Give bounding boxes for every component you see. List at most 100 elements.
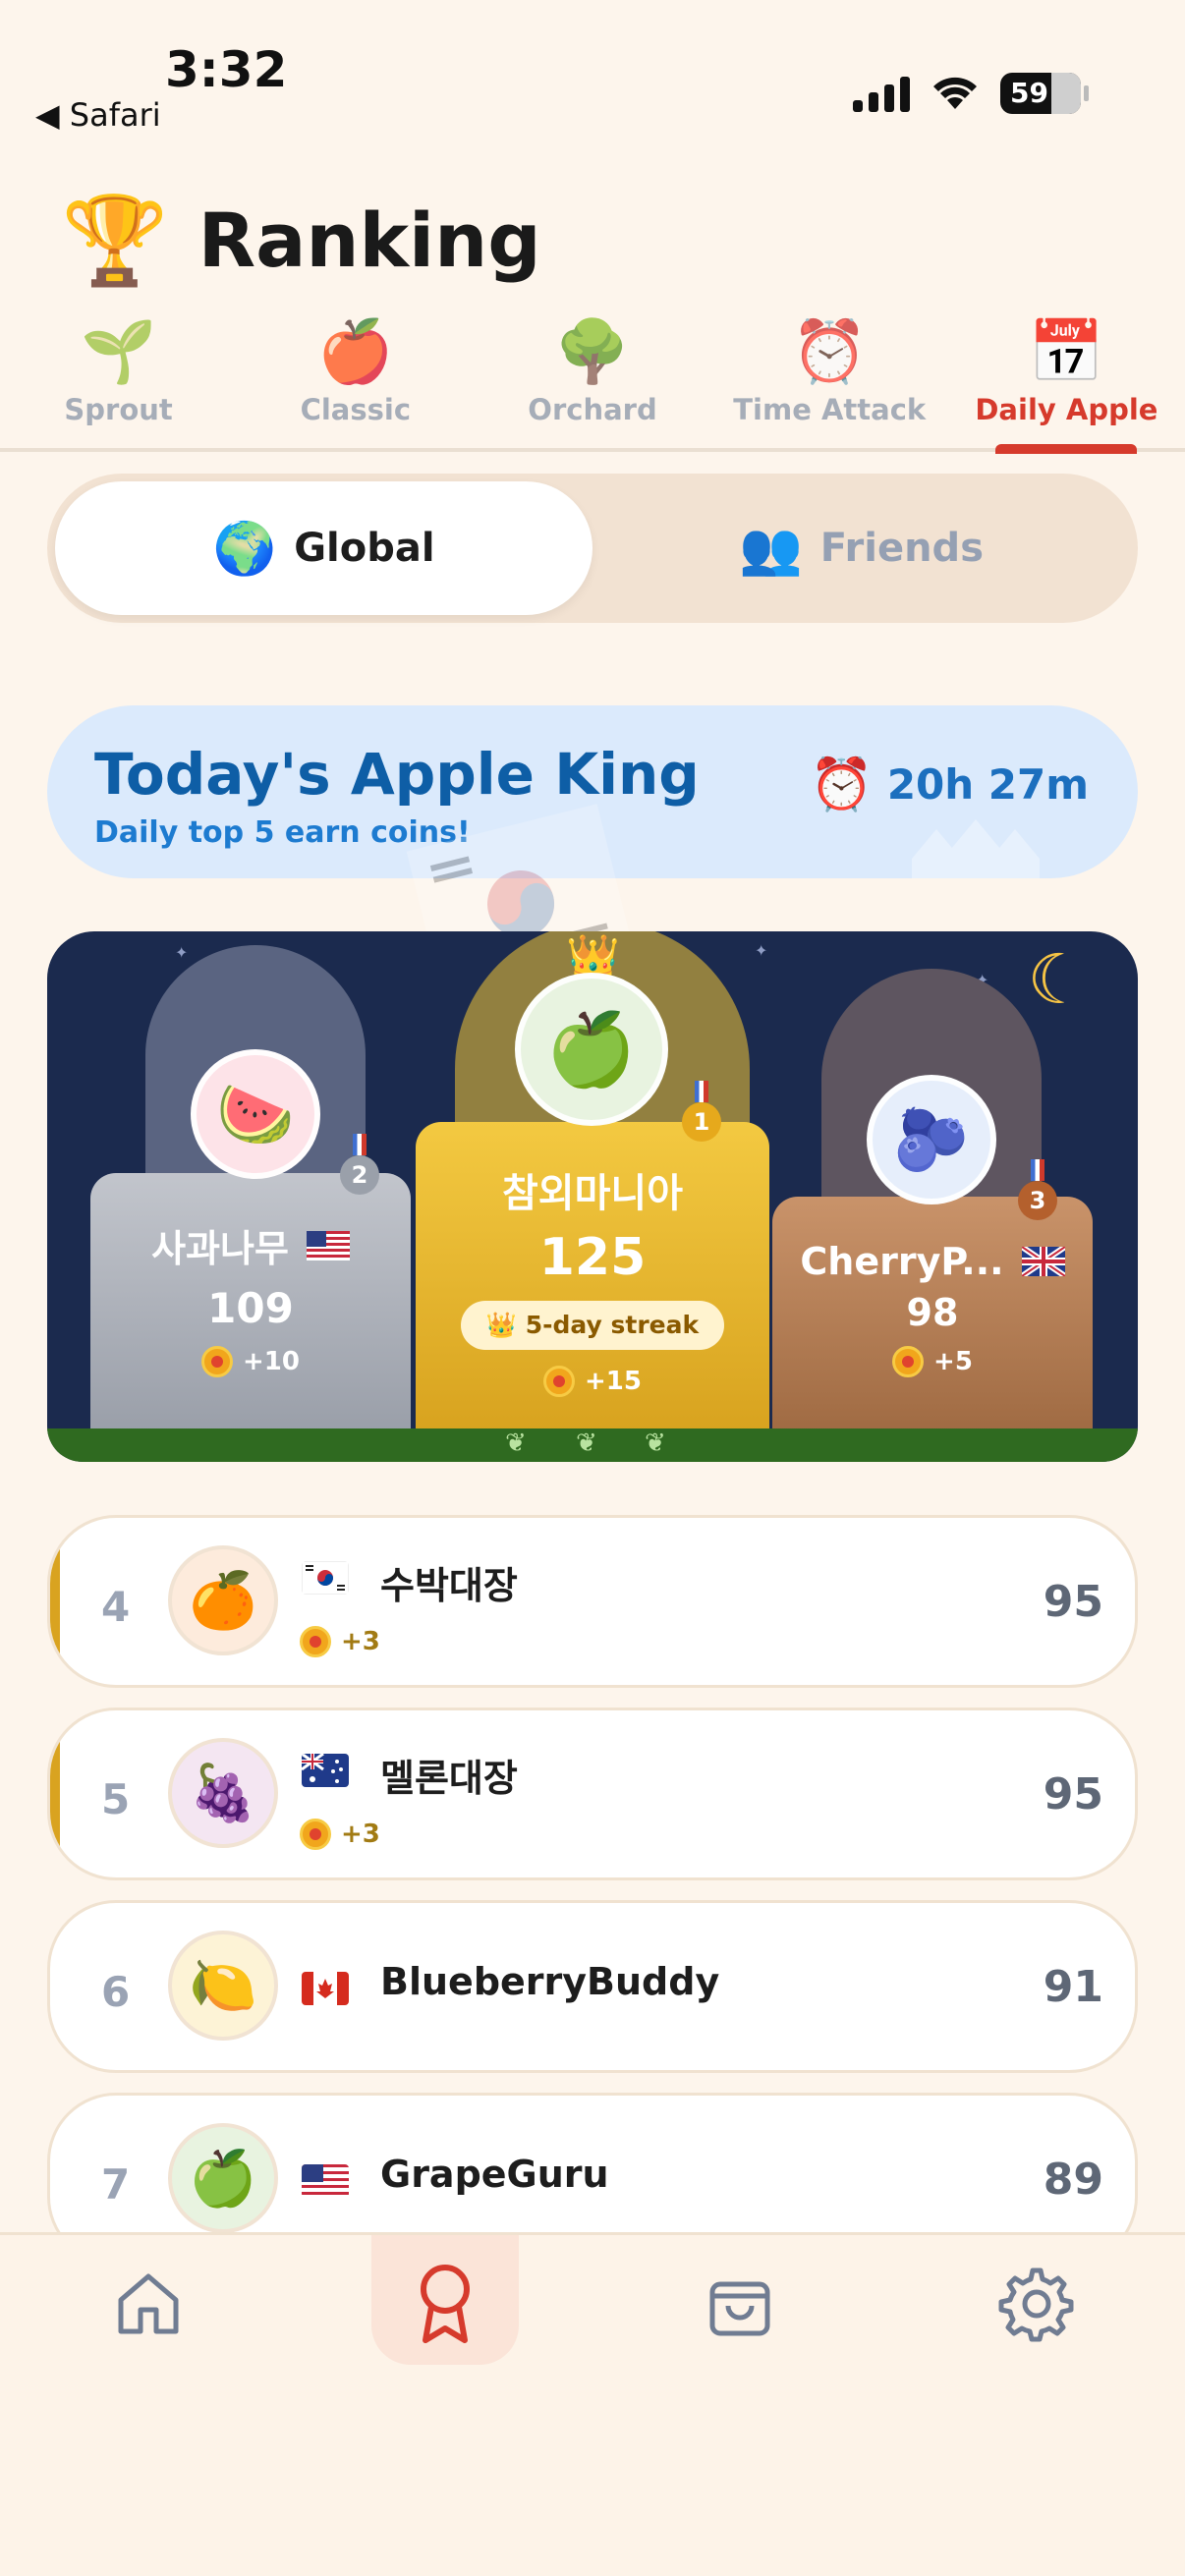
friends-icon: 👥 xyxy=(739,519,803,579)
coin-bonus: +10 xyxy=(243,1347,300,1376)
rank-number: 5 xyxy=(101,1775,131,1823)
player-score: 125 xyxy=(538,1228,647,1287)
avatar: 🍏 xyxy=(168,2123,278,2233)
rank-number: 6 xyxy=(101,1968,131,2016)
alarm-clock-icon: ⏰ xyxy=(791,315,868,387)
tab-label: Sprout xyxy=(64,393,173,426)
apple-icon: 🍎 xyxy=(317,315,394,387)
nav-settings[interactable] xyxy=(963,2235,1110,2373)
grass-strip: ❦ ❦ ❦ xyxy=(47,1428,1138,1462)
avatar: 🍊 xyxy=(168,1545,278,1655)
nav-ranking[interactable] xyxy=(371,2235,519,2373)
kr-flag-icon xyxy=(302,1561,349,1595)
global-label: Global xyxy=(294,526,435,571)
ranking-ribbon-icon xyxy=(421,2265,470,2343)
bronze-medal-icon: 3 xyxy=(1018,1159,1057,1220)
podium-silhouette-icon xyxy=(912,819,1040,878)
player-name: BlueberryBuddy xyxy=(380,1960,720,2003)
uk-flag-icon xyxy=(1021,1247,1065,1276)
player-score: 98 xyxy=(906,1291,959,1334)
player-name: 멜론대장 xyxy=(380,1757,518,1800)
trophy-icon: 🏆 xyxy=(61,189,169,291)
countdown-timer: ⏰ 20h 27m xyxy=(810,755,1089,814)
back-to-safari-link[interactable]: ◀ Safari xyxy=(35,96,161,134)
battery-level: 59 xyxy=(1010,77,1048,109)
page-title: Ranking xyxy=(198,196,541,284)
timer-value: 20h 27m xyxy=(886,760,1089,809)
star-icon: ✦ xyxy=(175,943,189,962)
second-place-block[interactable]: 사과나무 109 +10 xyxy=(90,1173,411,1430)
status-time: 3:32 xyxy=(165,41,288,98)
page-header: 🏆 Ranking xyxy=(61,196,541,284)
crown-icon: 👑 xyxy=(485,1311,518,1339)
moon-icon: ☾ xyxy=(1027,939,1089,1020)
status-icons: 59 xyxy=(853,73,1089,114)
player-name: CherryP... xyxy=(800,1240,1004,1283)
tab-sprout[interactable]: 🌱 Sprout xyxy=(0,314,237,448)
coin-bonus: +15 xyxy=(585,1367,642,1396)
nav-home[interactable] xyxy=(75,2235,222,2373)
wifi-icon xyxy=(933,77,977,109)
coin-icon xyxy=(300,1626,331,1657)
bottom-navigation xyxy=(0,2232,1185,2576)
avatar: 🍉 xyxy=(191,1049,320,1179)
coin-bonus: +3 xyxy=(341,1627,380,1656)
streak-label: 5-day streak xyxy=(525,1311,700,1339)
calendar-icon: 📅 xyxy=(1028,315,1105,387)
player-score: 95 xyxy=(1043,1769,1103,1820)
friends-label: Friends xyxy=(819,526,984,571)
streak-badge: 👑 5-day streak xyxy=(460,1301,725,1350)
top-three-podium: ✦ ✦ ✦ ☾ 사과나무 109 +10 🍉 2 참외마니아 125 👑 5-d… xyxy=(47,931,1138,1462)
shop-bag-icon xyxy=(709,2281,770,2336)
home-icon xyxy=(118,2273,179,2334)
tab-daily-apple[interactable]: 📅 Daily Apple xyxy=(948,314,1185,448)
tab-classic[interactable]: 🍎 Classic xyxy=(237,314,474,448)
coin-bonus-group: +3 xyxy=(300,1819,380,1850)
coin-bonus: +3 xyxy=(341,1820,380,1849)
tab-label: Daily Apple xyxy=(975,393,1158,426)
battery-icon: 59 xyxy=(1000,73,1089,114)
list-item[interactable]: 5 🍇 멜론대장 +3 95 xyxy=(47,1708,1138,1880)
avatar: 🍋 xyxy=(168,1931,278,2041)
coin-icon xyxy=(201,1346,234,1377)
third-place-block[interactable]: CherryP... 98 +5 xyxy=(772,1197,1093,1430)
status-bar: 3:32 ◀ Safari 59 xyxy=(0,0,1185,147)
coin-bonus: +5 xyxy=(933,1347,973,1376)
au-flag-icon xyxy=(302,1754,349,1787)
coin-icon xyxy=(300,1819,331,1850)
player-name: GrapeGuru xyxy=(380,2153,609,2196)
banner-title: Today's Apple King xyxy=(94,741,700,808)
coin-bonus-group: +3 xyxy=(300,1626,380,1657)
ca-flag-icon xyxy=(302,1972,349,2005)
list-item[interactable]: 6 🍋 BlueberryBuddy 91 xyxy=(47,1900,1138,2073)
player-score: 91 xyxy=(1043,1962,1103,2012)
banner-subtitle: Daily top 5 earn coins! xyxy=(94,815,471,850)
scope-toggle: 🌍 Global 👥 Friends xyxy=(47,474,1138,623)
player-score: 109 xyxy=(207,1284,294,1332)
avatar: 🍏 xyxy=(515,973,668,1126)
nav-shop[interactable] xyxy=(666,2235,814,2373)
mode-tabs: 🌱 Sprout 🍎 Classic 🌳 Orchard ⏰ Time Atta… xyxy=(0,314,1185,452)
silver-medal-icon: 2 xyxy=(340,1134,379,1195)
star-icon: ✦ xyxy=(755,941,768,960)
coin-icon xyxy=(892,1346,925,1377)
tab-time-attack[interactable]: ⏰ Time Attack xyxy=(711,314,948,448)
leaf-icon: ❦ xyxy=(505,1428,527,1458)
tab-label: Time Attack xyxy=(733,393,927,426)
friends-toggle-button[interactable]: 👥 Friends xyxy=(592,481,1130,615)
player-name: 수박대장 xyxy=(380,1564,518,1607)
first-place-block[interactable]: 참외마니아 125 👑 5-day streak +15 xyxy=(416,1122,769,1430)
leaf-icon: ❦ xyxy=(576,1428,597,1458)
tree-icon: 🌳 xyxy=(554,315,631,387)
player-score: 89 xyxy=(1043,2155,1103,2205)
rank-number: 4 xyxy=(101,1583,131,1631)
cellular-signal-icon xyxy=(853,75,910,112)
tab-orchard[interactable]: 🌳 Orchard xyxy=(474,314,710,448)
list-item[interactable]: 4 🍊 수박대장 +3 95 xyxy=(47,1515,1138,1688)
us-flag-icon xyxy=(302,2164,349,2198)
player-score: 95 xyxy=(1043,1577,1103,1627)
global-toggle-button[interactable]: 🌍 Global xyxy=(55,481,592,615)
us-flag-icon xyxy=(306,1230,350,1260)
tab-label: Orchard xyxy=(528,393,657,426)
globe-icon: 🌍 xyxy=(212,519,277,579)
